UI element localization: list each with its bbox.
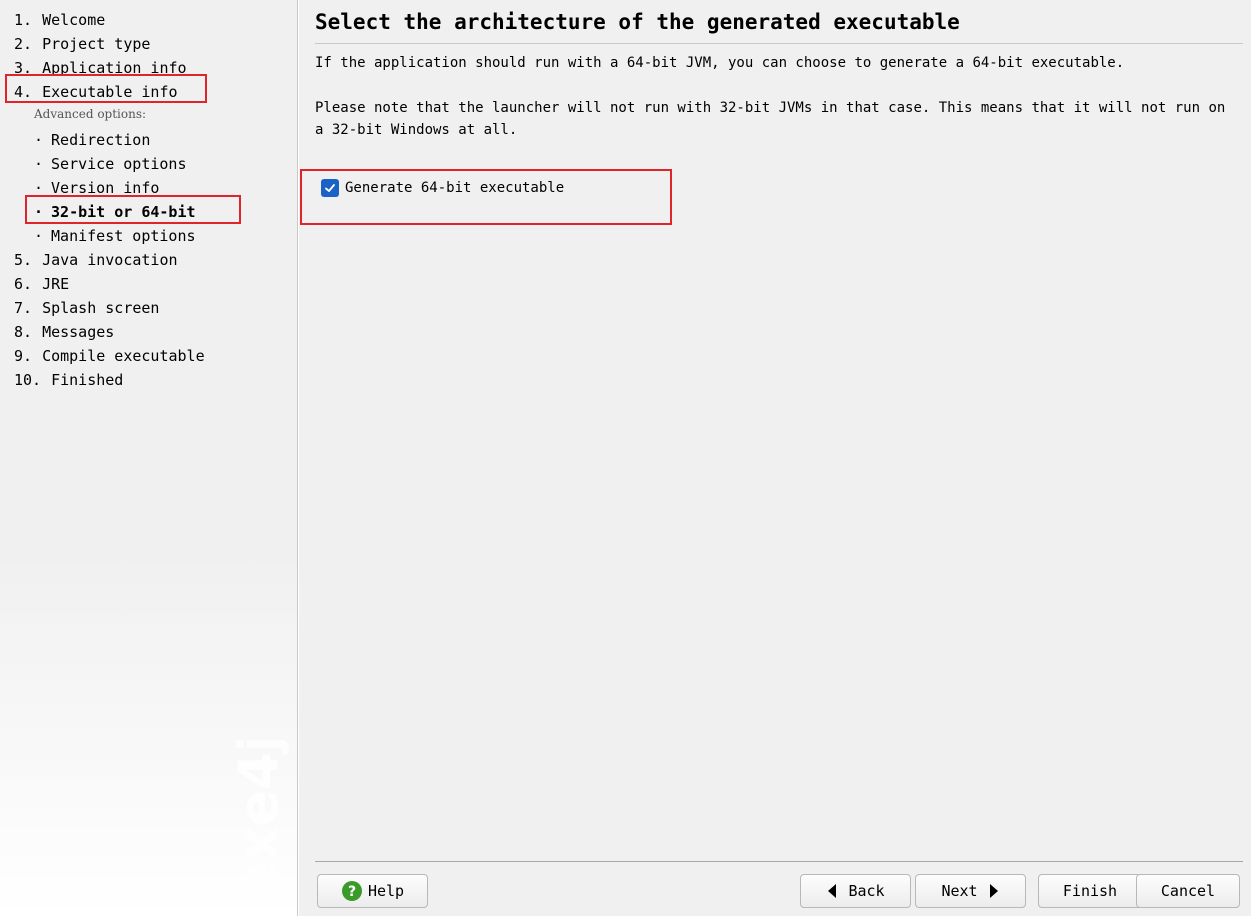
back-label: Back bbox=[848, 882, 885, 900]
substep-label: Manifest options bbox=[51, 227, 196, 245]
advanced-options-label: Advanced options: bbox=[34, 107, 147, 121]
help-label: Help bbox=[367, 882, 405, 900]
highlight-box-executable-info bbox=[5, 74, 207, 103]
substep-label: Redirection bbox=[51, 131, 151, 149]
substep-service-options[interactable]: · Service options bbox=[34, 154, 187, 174]
step-label: Splash screen bbox=[42, 299, 160, 317]
help-button[interactable]: ? Help bbox=[317, 874, 428, 908]
substep-redirection[interactable]: · Redirection bbox=[34, 130, 150, 150]
step-label: Messages bbox=[42, 323, 115, 341]
step-java-invocation[interactable]: 5. Java invocation bbox=[14, 250, 178, 270]
title-divider bbox=[315, 43, 1243, 44]
button-bar-divider bbox=[315, 861, 1243, 862]
step-label: JRE bbox=[42, 275, 70, 293]
exe4j-watermark-logo: exe4j bbox=[222, 740, 292, 900]
main-panel: Select the architecture of the generated… bbox=[299, 0, 1251, 916]
step-welcome[interactable]: 1. Welcome bbox=[14, 10, 105, 30]
highlight-box-checkbox bbox=[300, 169, 672, 225]
step-finished[interactable]: 10. Finished bbox=[14, 370, 123, 390]
substep-manifest-options[interactable]: · Manifest options bbox=[34, 226, 196, 246]
step-splash-screen[interactable]: 7. Splash screen bbox=[14, 298, 159, 318]
finish-label: Finish bbox=[1062, 882, 1118, 900]
step-jre[interactable]: 6. JRE bbox=[14, 274, 69, 294]
next-button[interactable]: Next bbox=[915, 874, 1026, 908]
cancel-button[interactable]: Cancel bbox=[1136, 874, 1240, 908]
description-paragraph-1: If the application should run with a 64-… bbox=[315, 55, 1125, 71]
wizard-window: 1. Welcome 2. Project type 3. Application i… bbox=[0, 0, 1251, 916]
svg-text:?: ? bbox=[348, 884, 356, 900]
arrow-left-icon bbox=[826, 883, 838, 899]
step-label: Project type bbox=[42, 35, 151, 53]
finish-button[interactable]: Finish bbox=[1038, 874, 1142, 908]
wizard-steps-sidebar: 1. Welcome 2. Project type 3. Application i… bbox=[0, 0, 298, 916]
step-label: Finished bbox=[51, 371, 124, 389]
step-messages[interactable]: 8. Messages bbox=[14, 322, 114, 342]
arrow-right-icon bbox=[988, 883, 1000, 899]
step-label: Compile executable bbox=[42, 347, 205, 365]
step-label: Welcome bbox=[42, 11, 106, 29]
back-button[interactable]: Back bbox=[800, 874, 911, 908]
description-paragraph-2: Please note that the launcher will not r… bbox=[315, 100, 1226, 138]
page-title: Select the architecture of the generated… bbox=[315, 10, 960, 34]
substep-label: Service options bbox=[51, 155, 187, 173]
step-project-type[interactable]: 2. Project type bbox=[14, 34, 150, 54]
next-label: Next bbox=[941, 882, 978, 900]
highlight-box-32-64-bit bbox=[25, 195, 241, 224]
step-label: Java invocation bbox=[42, 251, 178, 269]
cancel-label: Cancel bbox=[1160, 882, 1216, 900]
help-icon: ? bbox=[341, 880, 363, 902]
svg-text:exe4j: exe4j bbox=[227, 740, 290, 898]
step-compile-executable[interactable]: 9. Compile executable bbox=[14, 346, 205, 366]
